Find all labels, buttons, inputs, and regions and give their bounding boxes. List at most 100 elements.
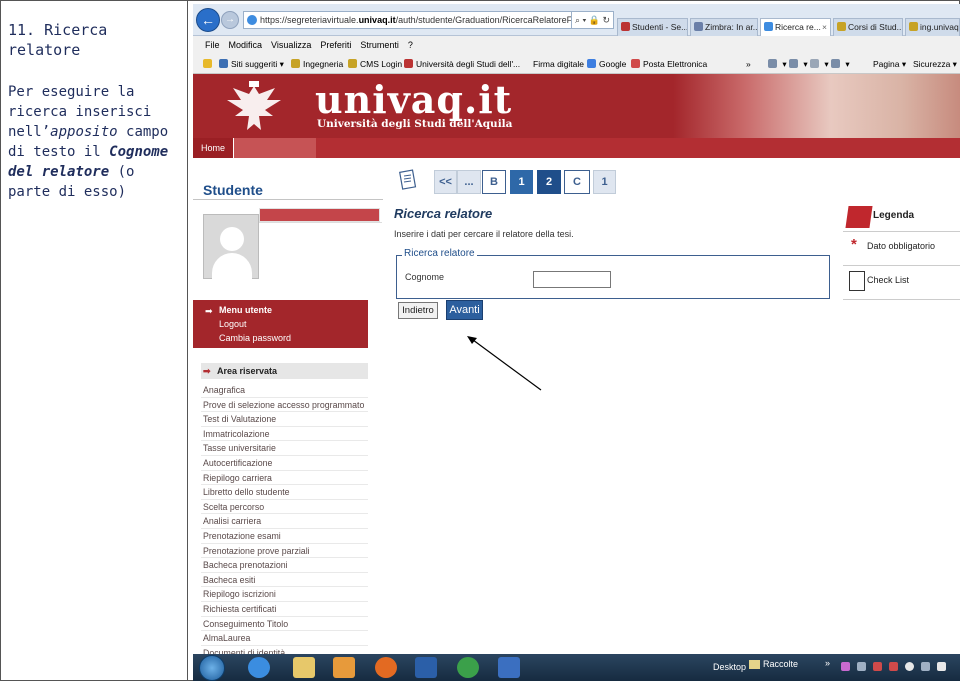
- library-icon[interactable]: [498, 657, 520, 678]
- menu-strumenti[interactable]: Strumenti: [360, 40, 399, 50]
- tab-favicon-icon: [621, 22, 630, 31]
- file-explorer-icon[interactable]: [293, 657, 315, 678]
- fav-cms-login[interactable]: CMS Login: [348, 54, 402, 74]
- menu-utente-logout[interactable]: Logout: [219, 317, 368, 331]
- university-eagle-logo: [227, 81, 281, 130]
- fav-google[interactable]: Google: [587, 54, 626, 74]
- legend-required: * Dato obbligatorio: [843, 232, 960, 266]
- tab-corsi[interactable]: Corsi di Stud...: [833, 18, 903, 36]
- taskbar-raccolte[interactable]: Raccolte: [749, 659, 798, 669]
- sidebar-item-analisi-carriera[interactable]: Analisi carriera: [201, 514, 368, 529]
- tray-icon[interactable]: [889, 662, 898, 671]
- menu-file[interactable]: File: [205, 40, 220, 50]
- next-button-avanti[interactable]: Avanti: [446, 300, 483, 320]
- favorites-star-icon[interactable]: [203, 54, 215, 74]
- tab-close-icon[interactable]: ×: [822, 19, 827, 35]
- url-field[interactable]: https://segreteriavirtuale.univaq.it/aut…: [243, 11, 611, 29]
- legend-title: Legenda: [843, 204, 960, 232]
- tab-zimbra[interactable]: Zimbra: In ar...: [690, 18, 758, 36]
- back-button[interactable]: ←: [196, 8, 220, 32]
- toolbar-sicurezza[interactable]: Sicurezza ▾: [913, 54, 957, 74]
- fav-siti-suggeriti[interactable]: Siti suggeriti ▾: [219, 54, 284, 74]
- url-tools[interactable]: ⌕ ▾ 🔒 ↻: [571, 11, 615, 29]
- start-button[interactable]: [199, 655, 225, 681]
- forward-button[interactable]: →: [221, 11, 239, 29]
- wizard-step-c[interactable]: C: [564, 170, 590, 194]
- fav-universita[interactable]: Università degli Studi dell'...: [404, 54, 520, 74]
- sidebar-item-bacheca-esiti[interactable]: Bacheca esiti: [201, 573, 368, 588]
- volume-icon[interactable]: [937, 662, 946, 671]
- menu-visualizza[interactable]: Visualizza: [271, 40, 311, 50]
- home-link[interactable]: Home: [193, 138, 235, 158]
- fieldset-legend: Ricerca relatore: [402, 248, 477, 259]
- menu-modifica[interactable]: Modifica: [229, 40, 263, 50]
- taskbar-desktop[interactable]: Desktop: [713, 662, 746, 672]
- windows-taskbar: Desktop Raccolte »: [193, 654, 960, 681]
- firefox-icon[interactable]: [375, 657, 397, 678]
- fav-firma-digitale[interactable]: Firma digitale: [533, 54, 584, 74]
- tab-label: Ricerca re...: [775, 22, 821, 32]
- sidebar-item-prenotazione-esami[interactable]: Prenotazione esami: [201, 529, 368, 544]
- wizard-step-c1[interactable]: 1: [593, 170, 616, 194]
- fav-more-icon[interactable]: »: [746, 54, 751, 74]
- sidebar-item-riepilogo-iscrizioni[interactable]: Riepilogo iscrizioni: [201, 587, 368, 602]
- sidebar-item-tasse[interactable]: Tasse universitarie: [201, 441, 368, 456]
- fav-label: Ingegneria: [303, 59, 344, 69]
- tab-ricerca-relatore[interactable]: Ricerca re... ×: [760, 18, 831, 36]
- menu-utente-cambia-password[interactable]: Cambia password: [219, 331, 368, 345]
- wizard-step-b[interactable]: B: [482, 170, 506, 194]
- sidebar-item-immatricolazione[interactable]: Immatricolazione: [201, 427, 368, 442]
- tab-favicon-icon: [837, 22, 846, 31]
- tray-icon[interactable]: [905, 662, 914, 671]
- url-prefix: https://segreteriavirtuale.: [260, 15, 359, 25]
- sidebar-item-prenotazione-prove[interactable]: Prenotazione prove parziali: [201, 544, 368, 559]
- fav-label: Siti suggeriti ▾: [231, 59, 284, 69]
- sidebar-item-bacheca-prenotazioni[interactable]: Bacheca prenotazioni: [201, 558, 368, 573]
- media-player-icon[interactable]: [333, 657, 355, 678]
- page-subtitle: Inserire i dati per cercare il relatore …: [394, 229, 574, 239]
- cognome-input[interactable]: [533, 271, 611, 288]
- sidebar-item-prove-selezione[interactable]: Prove di selezione accesso programmato: [201, 398, 368, 413]
- menu-preferiti[interactable]: Preferiti: [320, 40, 351, 50]
- legend-required-label: Dato obbligatorio: [867, 241, 936, 251]
- sidebar-item-anagrafica[interactable]: Anagrafica: [201, 383, 368, 398]
- tab-ing-univaq[interactable]: ing.univaq: [905, 18, 960, 36]
- sidebar-item-almalaurea[interactable]: AlmaLaurea: [201, 631, 368, 646]
- menu-help[interactable]: ?: [408, 40, 413, 50]
- wizard-step-first[interactable]: <<: [434, 170, 457, 194]
- word-icon[interactable]: [415, 657, 437, 678]
- legend-panel: Legenda * Dato obbligatorio Check List: [843, 204, 960, 300]
- tray-icon[interactable]: [873, 662, 882, 671]
- search-fieldset: [396, 255, 830, 299]
- sidebar-item-autocertificazione[interactable]: Autocertificazione: [201, 456, 368, 471]
- fav-ingegneria[interactable]: Ingegneria: [291, 54, 343, 74]
- toolbar-pagina[interactable]: Pagina ▾: [873, 54, 906, 74]
- legend-checklist[interactable]: Check List: [843, 266, 960, 300]
- tray-icon[interactable]: [857, 662, 866, 671]
- sidebar-item-richiesta-certificati[interactable]: Richiesta certificati: [201, 602, 368, 617]
- student-name-bar: [259, 208, 380, 222]
- wizard-step-1[interactable]: 1: [510, 170, 533, 194]
- tray-icon[interactable]: [841, 662, 850, 671]
- cognome-label: Cognome: [405, 272, 445, 282]
- sidebar-item-test-valutazione[interactable]: Test di Valutazione: [201, 412, 368, 427]
- site-banner: univaq.it Università degli Studi dell'Aq…: [193, 74, 960, 138]
- sidebar-item-conseguimento-titolo[interactable]: Conseguimento Titolo: [201, 617, 368, 632]
- chrome-icon[interactable]: [457, 657, 479, 678]
- tray-icon[interactable]: [921, 662, 930, 671]
- sidebar-item-libretto[interactable]: Libretto dello studente: [201, 485, 368, 500]
- page-title: Ricerca relatore: [394, 206, 493, 221]
- fav-posta-elettronica[interactable]: Posta Elettronica: [631, 54, 707, 74]
- back-button-indietro[interactable]: Indietro: [398, 302, 438, 319]
- home-tab-extension: [233, 138, 316, 158]
- sidebar-item-scelta-percorso[interactable]: Scelta percorso: [201, 500, 368, 515]
- area-riservata-header: ➡ Area riservata: [201, 363, 368, 379]
- internet-explorer-icon[interactable]: [248, 657, 270, 678]
- required-star-icon: *: [851, 236, 857, 253]
- instruction-title: 11. Ricerca relatore: [8, 21, 108, 59]
- sidebar-item-riepilogo-carriera[interactable]: Riepilogo carriera: [201, 471, 368, 486]
- tab-studenti[interactable]: Studenti - Se...: [617, 18, 688, 36]
- tab-favicon-icon: [694, 22, 703, 31]
- taskbar-more-icon[interactable]: »: [825, 658, 830, 668]
- favorites-bar: Siti suggeriti ▾ Ingegneria CMS Login Un…: [193, 54, 960, 74]
